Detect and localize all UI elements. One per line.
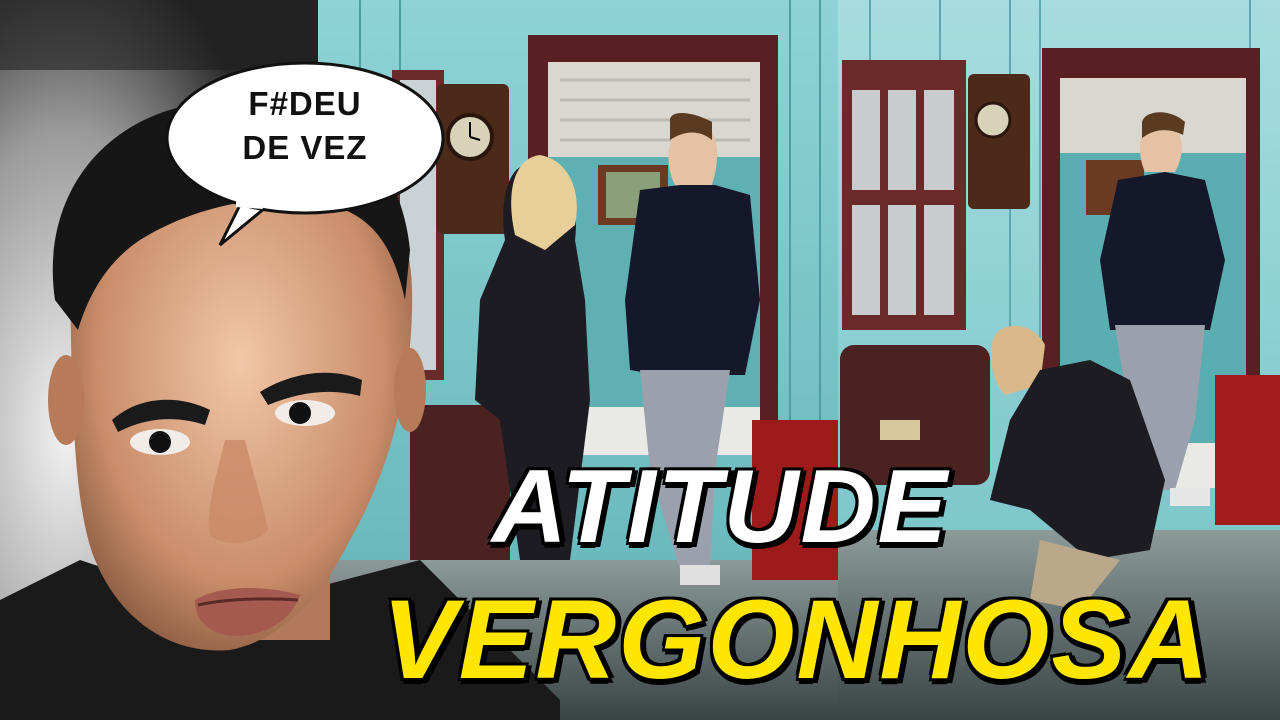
headline-line-1: ATITUDE	[492, 449, 949, 565]
headline-line-2: VERGONHOSA	[382, 577, 1211, 702]
speech-bubble-text: F#DEU DE VEZ	[205, 82, 405, 170]
thumbnail: F#DEU DE VEZ ATITUDE VERGONHOSA	[0, 0, 1280, 720]
speech-bubble-line-2: DE VEZ	[242, 129, 368, 166]
speech-bubble-line-1: F#DEU	[248, 85, 362, 122]
